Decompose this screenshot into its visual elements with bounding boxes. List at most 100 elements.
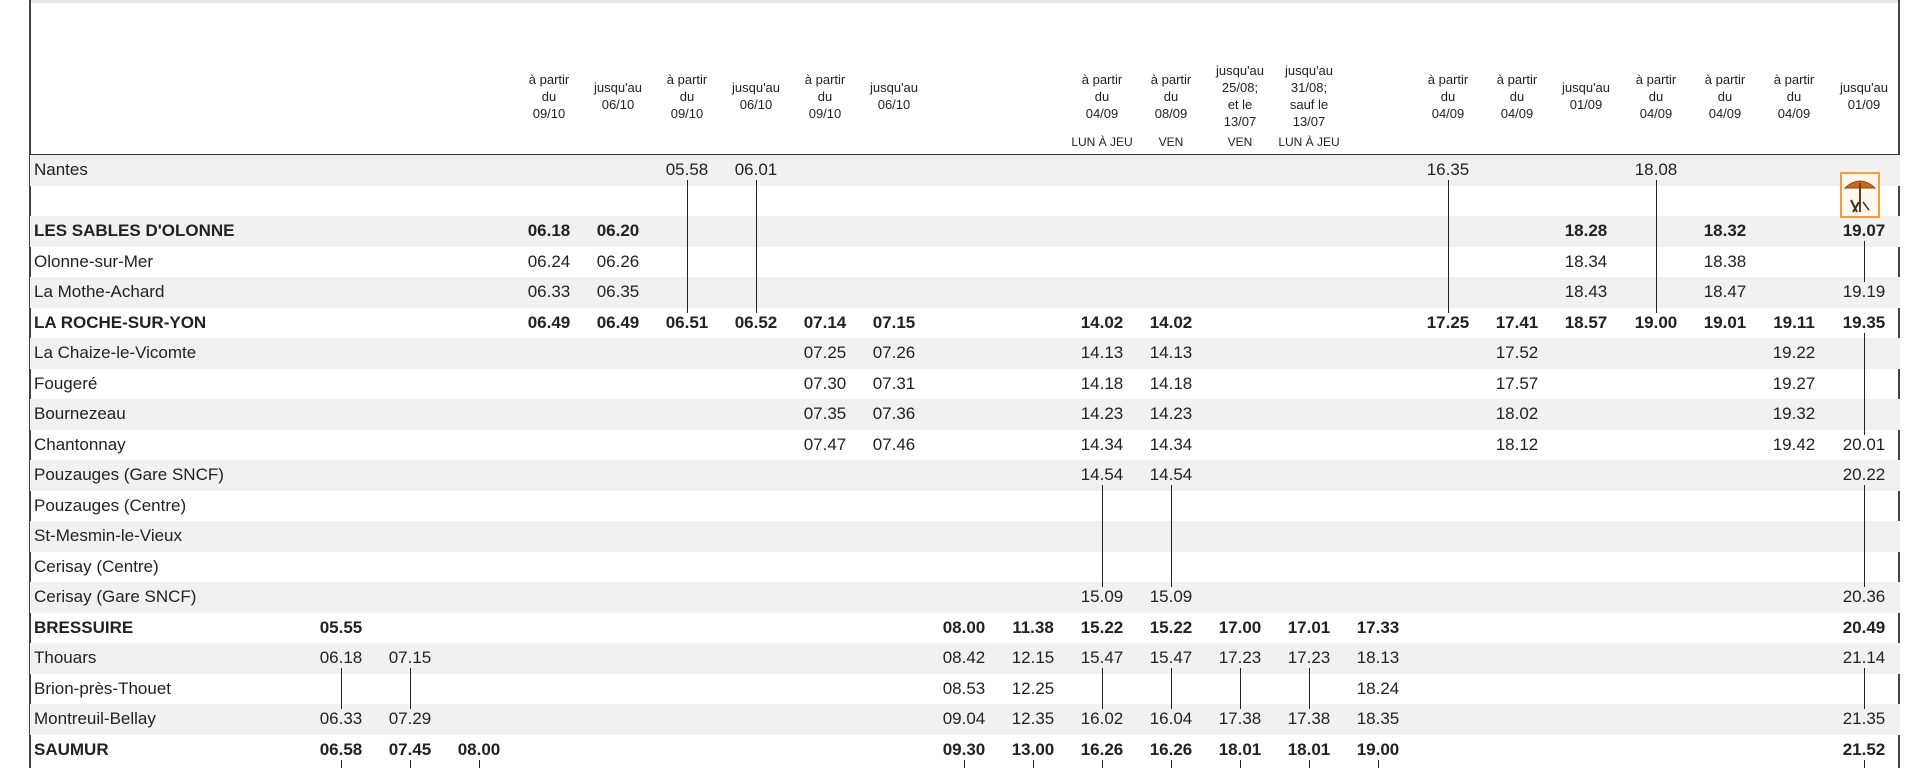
time-cell: 18.43 xyxy=(1564,282,1608,301)
table-row xyxy=(30,582,1900,613)
table-row xyxy=(30,399,1900,430)
beach-umbrella-icon xyxy=(1840,172,1880,218)
time-cell: 06.49 xyxy=(596,312,640,332)
time-cell: 14.23 xyxy=(1080,404,1124,423)
time-cell: 12.15 xyxy=(1011,648,1055,667)
time-cell: 09.04 xyxy=(942,709,986,728)
column-note: jusqu'au 06/10 xyxy=(869,80,919,112)
column-note: jusqu'au 31/08; sauf le 13/07 xyxy=(1284,63,1334,129)
time-cell: 07.36 xyxy=(872,404,916,423)
continuation-line xyxy=(1309,759,1311,768)
time-cell: 05.55 xyxy=(319,617,363,637)
time-cell: 17.41 xyxy=(1495,312,1539,332)
table-row xyxy=(30,338,1900,369)
timetable: à partir du 09/10 jusqu'au 06/10 à partir du 09… xyxy=(0,0,1920,768)
pass-through-line xyxy=(1656,180,1658,313)
continuation-line xyxy=(964,759,966,768)
time-cell: 06.49 xyxy=(527,312,571,332)
continuation-line xyxy=(1102,759,1104,768)
time-cell: 06.18 xyxy=(527,221,571,240)
time-cell: 18.57 xyxy=(1564,312,1608,332)
time-cell: 18.38 xyxy=(1703,251,1747,271)
time-cell: 11.38 xyxy=(1012,617,1054,637)
time-cell: 07.14 xyxy=(803,312,847,332)
pass-through-line xyxy=(1171,485,1173,588)
time-cell: 19.27 xyxy=(1772,373,1816,393)
station-name: Pouzauges (Centre) xyxy=(34,495,187,515)
time-cell: 17.00 xyxy=(1218,617,1262,637)
station-name: SAUMUR xyxy=(34,739,109,759)
column-note: à partir du 09/10 xyxy=(666,71,708,121)
time-cell: 17.52 xyxy=(1495,343,1539,362)
column-day-label: LUN À JEU xyxy=(1278,135,1340,149)
time-cell: 06.20 xyxy=(596,221,640,240)
station-name: BRESSUIRE xyxy=(34,617,134,637)
column-note: jusqu'au 06/10 xyxy=(593,80,643,112)
column-note: jusqu'au 01/09 xyxy=(1839,80,1889,112)
time-cell: 14.02 xyxy=(1080,312,1124,332)
time-cell: 14.13 xyxy=(1080,343,1124,362)
station-name: LES SABLES D'OLONNE xyxy=(34,221,235,240)
time-cell: 15.22 xyxy=(1149,617,1193,637)
column-note: à partir du 04/09 xyxy=(1635,71,1677,121)
station-name: Chantonnay xyxy=(34,434,126,454)
station-name: Bournezeau xyxy=(34,404,126,423)
time-cell: 14.18 xyxy=(1080,373,1124,393)
time-cell: 08.53 xyxy=(942,678,986,698)
station-name: Nantes xyxy=(34,160,88,179)
continuation-line xyxy=(479,759,481,768)
time-cell: 14.34 xyxy=(1149,434,1193,454)
table-row xyxy=(30,369,1900,400)
continuation-line xyxy=(1378,759,1380,768)
column-note: à partir du 04/09 xyxy=(1704,71,1746,121)
column-note: à partir du 04/09 xyxy=(1496,71,1538,121)
time-cell: 18.34 xyxy=(1564,251,1608,271)
time-cell: 18.02 xyxy=(1495,404,1539,423)
pass-through-line xyxy=(410,668,412,710)
column-note: jusqu'au 01/09 xyxy=(1561,80,1611,112)
station-name: Brion-près-Thouet xyxy=(34,678,172,698)
time-cell: 14.18 xyxy=(1149,373,1193,393)
time-cell: 14.34 xyxy=(1080,434,1124,454)
time-cell: 06.33 xyxy=(527,282,571,301)
station-name: Thouars xyxy=(34,648,97,667)
time-cell: 15.22 xyxy=(1080,617,1124,637)
time-cell: 19.42 xyxy=(1772,434,1816,454)
time-cell: 07.26 xyxy=(872,343,916,362)
column-day-label: VEN xyxy=(1158,135,1184,149)
pass-through-line xyxy=(1448,180,1450,313)
time-cell: 19.01 xyxy=(1703,312,1747,332)
time-cell: 18.13 xyxy=(1356,648,1400,667)
time-cell: 17.57 xyxy=(1495,373,1539,393)
time-cell: 07.25 xyxy=(803,343,847,362)
station-name: Pouzauges (Gare SNCF) xyxy=(34,465,224,484)
station-name: St-Mesmin-le-Vieux xyxy=(34,526,183,545)
time-cell: 19.11 xyxy=(1773,312,1815,332)
station-name: Olonne-sur-Mer xyxy=(34,251,154,271)
station-name: La Chaize-le-Vicomte xyxy=(34,343,197,362)
column-note: à partir du 04/09 xyxy=(1427,71,1469,121)
time-cell: 07.31 xyxy=(872,373,916,393)
station-name: Cerisay (Centre) xyxy=(34,556,159,576)
time-cell: 18.35 xyxy=(1356,709,1400,728)
pass-through-line xyxy=(1864,241,1866,283)
time-cell: 20.49 xyxy=(1842,617,1886,637)
time-cell: 07.46 xyxy=(872,434,916,454)
table-row xyxy=(30,521,1900,552)
time-cell: 07.35 xyxy=(803,404,847,423)
table-row xyxy=(30,491,1900,522)
column-day-label: LUN À JEU xyxy=(1071,135,1133,149)
time-cell: 18.12 xyxy=(1495,434,1539,454)
time-cell: 17.33 xyxy=(1356,617,1400,637)
time-cell: 19.32 xyxy=(1772,404,1816,423)
time-cell: 17.01 xyxy=(1287,617,1331,637)
column-note: à partir du 04/09 xyxy=(1081,71,1123,121)
station-name: Fougeré xyxy=(34,373,98,393)
column-note: jusqu'au 06/10 xyxy=(731,80,781,112)
pass-through-line xyxy=(1864,668,1866,710)
time-cell: 14.23 xyxy=(1149,404,1193,423)
time-cell: 19.22 xyxy=(1772,343,1816,362)
continuation-line xyxy=(1171,759,1173,768)
column-note: jusqu'au 25/08; et le 13/07 xyxy=(1215,63,1265,129)
continuation-line xyxy=(1240,759,1242,768)
